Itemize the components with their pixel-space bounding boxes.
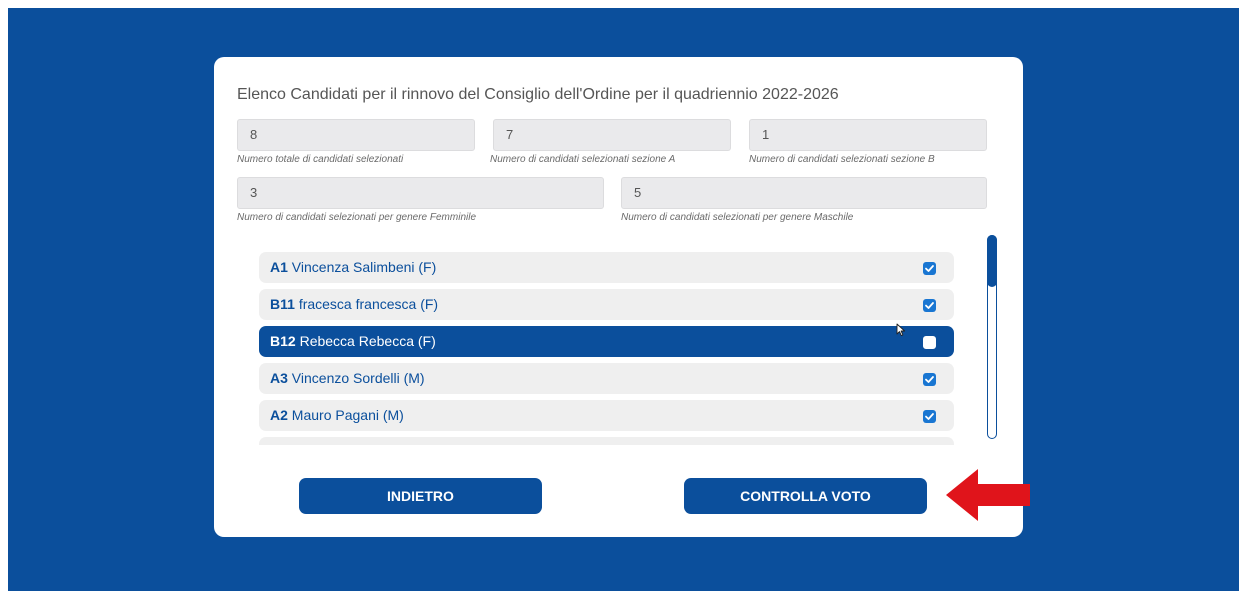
candidate-name: Vincenza Salimbeni (F) [291,259,437,275]
candidate-name: Mauro Pagani (M) [291,407,404,423]
female-selected-label: Numero di candidati selezionati per gene… [237,212,477,223]
candidate-code: A3 [270,370,288,386]
male-selected-field: 5 [621,177,987,209]
section-b-label: Numero di candidati selezionati sezione … [749,154,935,165]
female-selected-field: 3 [237,177,604,209]
candidate-checkbox[interactable] [923,336,936,349]
candidate-checkbox[interactable] [923,299,936,312]
mouse-pointer-icon [896,323,906,337]
checkmark-icon [925,376,934,383]
candidate-code: B12 [270,333,296,349]
check-vote-button[interactable]: CONTROLLA VOTO [684,478,927,514]
checkmark-icon [925,413,934,420]
candidate-list: A1 Vincenza Salimbeni (F) B11 fracesca f… [259,247,959,445]
list-scrollbar[interactable] [987,235,997,439]
section-b-field: 1 [749,119,987,151]
candidate-item[interactable]: B11 fracesca francesca (F) [259,289,954,320]
scrollbar-thumb[interactable] [987,235,997,287]
candidate-item[interactable]: A2 Mauro Pagani (M) [259,400,954,431]
candidate-item-partial[interactable] [259,437,954,445]
candidate-code: A1 [270,259,288,275]
checkmark-icon [925,302,934,309]
candidate-item-highlighted[interactable]: B12 Rebecca Rebecca (F) [259,326,954,357]
total-selected-field: 8 [237,119,475,151]
total-selected-label: Numero totale di candidati selezionati [237,154,404,165]
red-arrow-icon [946,469,1030,521]
section-a-label: Numero di candidati selezionati sezione … [490,154,676,165]
back-button[interactable]: INDIETRO [299,478,542,514]
candidate-code: B11 [270,296,295,312]
male-selected-label: Numero di candidati selezionati per gene… [621,212,854,223]
candidate-checkbox[interactable] [923,262,936,275]
candidate-name: Vincenzo Sordelli (M) [291,370,425,386]
page-background: Elenco Candidati per il rinnovo del Cons… [8,8,1239,591]
candidate-checkbox[interactable] [923,410,936,423]
checkmark-icon [925,265,934,272]
candidate-checkbox[interactable] [923,373,936,386]
candidates-card: Elenco Candidati per il rinnovo del Cons… [214,57,1023,537]
page-title: Elenco Candidati per il rinnovo del Cons… [237,86,839,103]
candidate-code: A2 [270,407,288,423]
section-a-field: 7 [493,119,731,151]
candidate-name: fracesca francesca (F) [298,296,439,312]
candidate-name: Rebecca Rebecca (F) [299,333,436,349]
candidate-item[interactable]: A3 Vincenzo Sordelli (M) [259,363,954,394]
candidate-item[interactable]: A1 Vincenza Salimbeni (F) [259,252,954,283]
